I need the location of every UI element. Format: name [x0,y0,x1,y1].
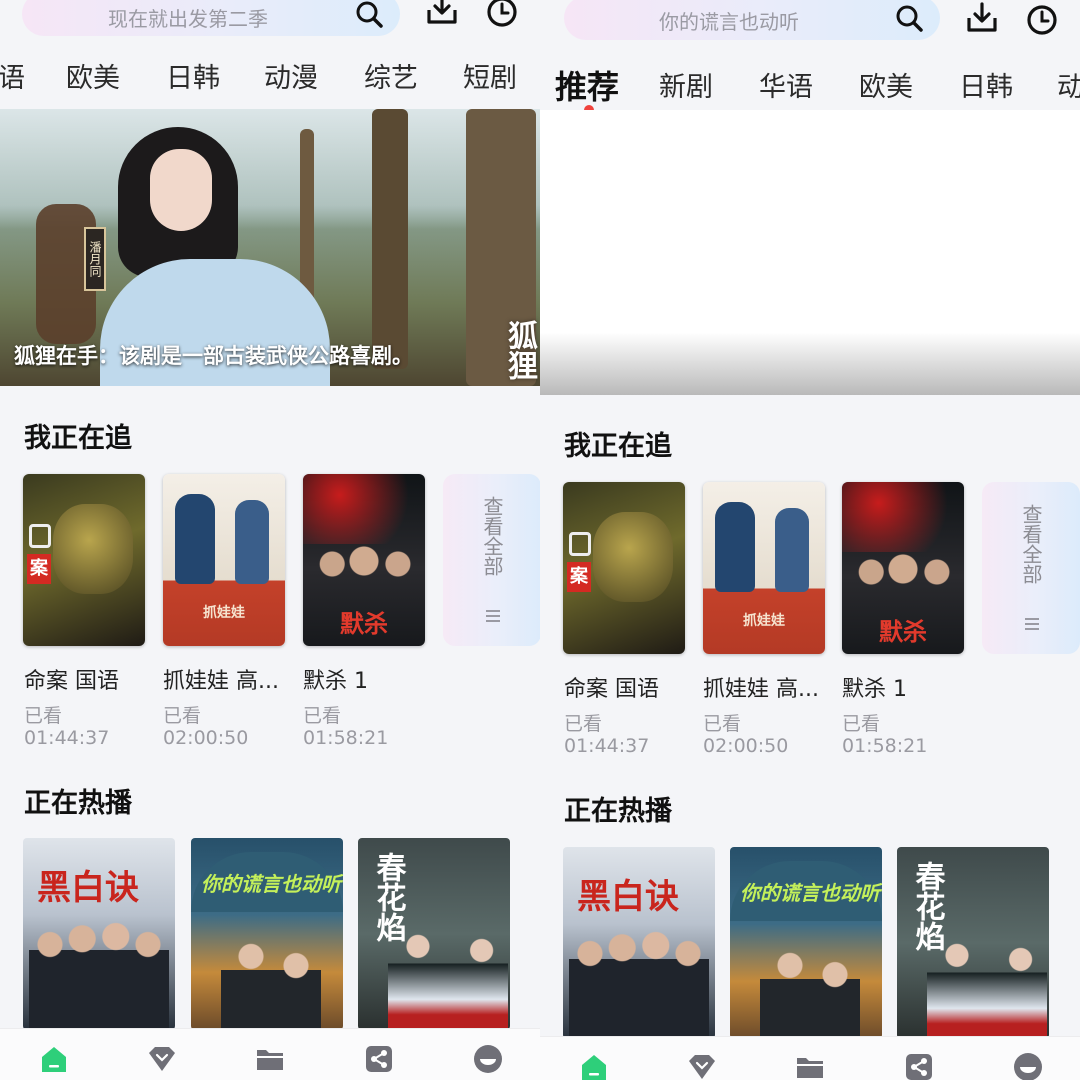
item-title: 抓娃娃 高... [163,669,279,694]
poster-logo: 抓娃娃 [203,605,245,621]
poster-logo: 你的谎言也动听 [201,872,341,896]
profile-icon[interactable] [472,1043,504,1075]
tab-huayu[interactable]: 语 [0,56,25,95]
hot-poster-nidehuangyan[interactable]: 你的谎言也动听 [730,847,882,1039]
item-progress-time: 02:00:50 [163,727,249,749]
poster-logo: 你的谎言也动听 [740,881,880,905]
hot-poster-nidehuangyan[interactable]: 你的谎言也动听 [191,838,343,1030]
item-status: 已看 [703,713,742,735]
poster-logo: 案 [27,554,51,584]
history-icon[interactable] [484,0,520,30]
search-bar[interactable]: 现在就出发第二季 [22,0,400,36]
home-icon[interactable] [38,1043,70,1075]
poster-mingan[interactable]: 案 [23,474,145,646]
tab-dongman[interactable]: 动漫 [264,56,318,95]
view-all-button[interactable]: 查看全部 [443,474,540,646]
view-all-button[interactable]: 查看全部 [982,482,1080,654]
section-title-following: 我正在追 [564,431,672,462]
tab-rihan[interactable]: 日韩 [166,56,220,95]
folder-icon[interactable] [254,1043,286,1075]
tab-rihan[interactable]: 日韩 [959,65,1013,104]
item-progress-time: 01:58:21 [303,727,389,749]
item-status: 已看 [303,705,342,727]
poster-mingan[interactable]: 案 [563,482,685,654]
right-screen: 你的谎言也动听 推荐 新剧 华语 欧美 日韩 动 我正在追 案 抓娃娃 默杀 查… [540,0,1080,1080]
tab-dongman[interactable]: 动 [1057,65,1080,104]
profile-icon[interactable] [1012,1051,1044,1080]
search-placeholder: 现在就出发第二季 [108,6,268,31]
tab-zongyi[interactable]: 综艺 [364,56,418,95]
left-screen: 现在就出发第二季 语 欧美 日韩 动漫 综艺 短剧 潘月同 狐狸 狐狸在手：该剧… [0,0,540,1080]
poster-zhuawawa[interactable]: 抓娃娃 [703,482,825,654]
section-title-hot: 正在热播 [24,788,132,819]
poster-mosha[interactable]: 默杀 [842,482,964,654]
poster-zhuawawa[interactable]: 抓娃娃 [163,474,285,646]
tab-oumei[interactable]: 欧美 [859,65,913,104]
item-title: 默杀 1 [303,669,368,694]
search-icon[interactable] [354,0,384,29]
item-status: 已看 [163,705,202,727]
featured-banner-loading[interactable] [540,110,1080,395]
tab-xinju[interactable]: 新剧 [659,65,713,104]
tab-oumei[interactable]: 欧美 [66,56,120,95]
poster-logo: 默杀 [879,618,927,646]
item-title: 抓娃娃 高... [703,677,819,702]
list-icon [486,610,500,622]
search-icon[interactable] [894,3,924,33]
download-icon[interactable] [964,0,1000,36]
item-status: 已看 [24,705,63,727]
item-progress-time: 01:44:37 [564,735,650,757]
item-progress-time: 01:44:37 [24,727,110,749]
poster-seal: 潘月同 [84,227,106,291]
category-tabs: 语 欧美 日韩 动漫 综艺 短剧 [0,56,540,116]
poster-logo: 抓娃娃 [743,613,785,629]
diamond-icon[interactable] [686,1051,718,1080]
item-progress-time: 02:00:50 [703,735,789,757]
view-all-label: 查看全部 [1019,504,1043,584]
list-icon [1025,618,1039,630]
item-status: 已看 [564,713,603,735]
search-bar[interactable]: 你的谎言也动听 [564,0,940,40]
hot-poster-heibaijue[interactable]: 黑白诀 [563,847,715,1039]
item-status: 已看 [842,713,881,735]
poster-logo: 黑白诀 [37,868,139,908]
home-icon[interactable] [578,1051,610,1080]
item-progress-time: 01:58:21 [842,735,928,757]
hot-poster-chunhuayan[interactable]: 春花焰 [358,838,510,1030]
section-title-hot: 正在热播 [564,796,672,827]
poster-mosha[interactable]: 默杀 [303,474,425,646]
tab-duanju[interactable]: 短剧 [463,56,517,95]
bottom-nav [0,1028,540,1080]
hot-poster-chunhuayan[interactable]: 春花焰 [897,847,1049,1039]
view-all-label: 查看全部 [480,496,504,576]
featured-banner[interactable]: 潘月同 狐狸 狐狸在手：该剧是一部古装武侠公路喜剧。 [0,109,540,386]
share-icon[interactable] [363,1043,395,1075]
download-icon[interactable] [424,0,460,28]
item-title: 默杀 1 [842,677,907,702]
hot-poster-heibaijue[interactable]: 黑白诀 [23,838,175,1030]
history-icon[interactable] [1024,2,1060,38]
poster-logo: 黑白诀 [577,877,679,917]
poster-logo: 默杀 [340,610,388,638]
banner-caption: 狐狸在手：该剧是一部古装武侠公路喜剧。 [14,344,413,368]
search-placeholder: 你的谎言也动听 [659,9,799,34]
item-title: 命案 国语 [564,677,659,702]
bottom-nav [540,1036,1080,1080]
poster-logo: 狐狸 [502,320,537,380]
diamond-icon[interactable] [146,1043,178,1075]
section-title-following: 我正在追 [24,423,132,454]
tab-recommend[interactable]: 推荐 [555,62,619,108]
folder-icon[interactable] [794,1051,826,1080]
poster-logo: 案 [567,562,591,592]
share-icon[interactable] [903,1051,935,1080]
tab-huayu[interactable]: 华语 [759,65,813,104]
item-title: 命案 国语 [24,669,119,694]
